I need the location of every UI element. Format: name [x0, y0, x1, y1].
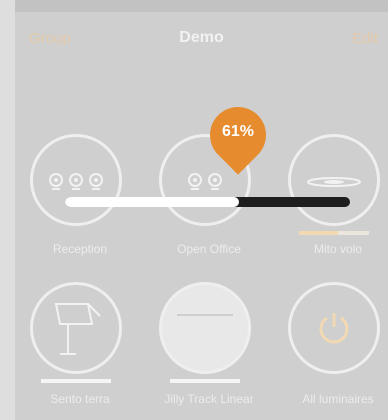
two-lamps-icon — [188, 173, 222, 190]
tile-level-bar[interactable] — [41, 379, 111, 383]
brightness-slider-fill — [65, 197, 239, 207]
tile-sento-terra[interactable]: Sento terra — [30, 282, 130, 412]
app-screen: Group Demo Edit Reception Open Office Mi… — [15, 0, 388, 420]
tile-label: Jilly Track Linear — [164, 392, 254, 406]
slider-value-label: 61% — [221, 123, 255, 140]
nav-bar: Group Demo Edit — [15, 12, 388, 68]
linear-light-icon — [177, 314, 233, 316]
tile-label: Open Office — [177, 242, 241, 256]
tile-label: All luminaires — [302, 392, 374, 406]
tile-label: Reception — [52, 242, 108, 256]
floor-lamp-icon — [54, 303, 101, 355]
tile-level-bar[interactable] — [299, 231, 369, 235]
pendant-lamp-icon — [307, 177, 361, 187]
tile-level-bar[interactable] — [170, 379, 240, 383]
tile-all-luminaires[interactable]: All luminaires — [288, 282, 388, 412]
tile-label: Mito volo — [313, 242, 363, 256]
tile-level-fill — [41, 379, 83, 383]
brightness-slider[interactable] — [65, 197, 350, 207]
page-title: Demo — [179, 29, 224, 46]
status-bar — [15, 0, 388, 12]
tile-label: Sento terra — [50, 392, 110, 406]
power-icon — [319, 313, 349, 344]
tile-level-fill — [299, 231, 338, 235]
three-lamps-icon — [49, 173, 103, 190]
tile-circle — [159, 282, 251, 374]
edit-button[interactable]: Edit — [352, 30, 378, 47]
tile-jilly-track-linear[interactable]: Jilly Track Linear — [159, 282, 259, 412]
tile-level-fill — [170, 379, 212, 383]
